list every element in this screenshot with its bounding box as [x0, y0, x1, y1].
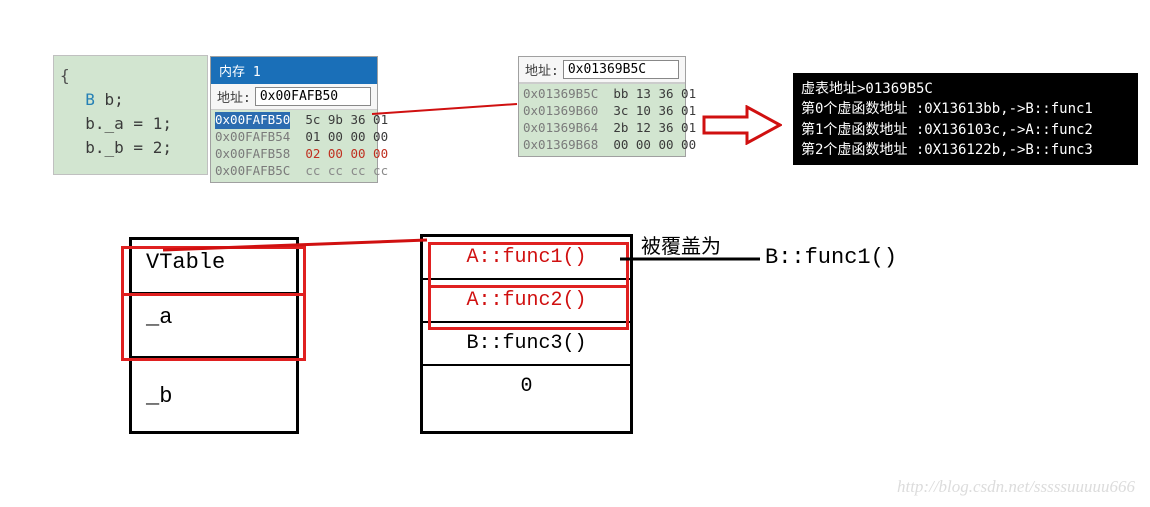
memory-row: 0x00FAFB5C cc cc cc cc [215, 163, 373, 180]
watermark: http://blog.csdn.net/sssssuuuuu666 [897, 477, 1135, 497]
code-line-2: b._a = 1; [66, 112, 195, 136]
overwrite-func-label: B::func1() [765, 245, 897, 270]
address-label: 地址: [525, 60, 559, 79]
memory-row: 0x01369B60 3c 10 36 01 [523, 103, 681, 120]
connector-mem1-mem2 [372, 100, 527, 140]
memory-row: 0x00FAFB50 5c 9b 36 01 [215, 112, 373, 129]
memory-row: 0x01369B64 2b 12 36 01 [523, 120, 681, 137]
object-row-a: _a [132, 295, 296, 359]
vtable-row-3: B::func3() [423, 323, 630, 366]
memory-address-row-2: 地址: 0x01369B5C [519, 57, 685, 83]
memory-row: 0x00FAFB54 01 00 00 00 [215, 129, 373, 146]
memory-panel-2: 地址: 0x01369B5C 0x01369B5C bb 13 36 010x0… [518, 56, 686, 157]
code-block: { B b; b._a = 1; b._b = 2; [53, 55, 208, 175]
memory-panel-1: 内存 1 地址: 0x00FAFB50 0x00FAFB50 5c 9b 36 … [210, 56, 378, 183]
vtable-row-1: A::func1() [423, 237, 630, 280]
object-row-vtable: VTable [132, 240, 296, 295]
vtable-row-4: 0 [423, 366, 630, 407]
memory-address-row-1: 地址: 0x00FAFB50 [211, 84, 377, 110]
code-line-1: B b; [66, 88, 195, 112]
memory-row: 0x01369B5C bb 13 36 01 [523, 86, 681, 103]
vtable-row-2: A::func2() [423, 280, 630, 323]
overwrite-label: 被覆盖为 [641, 230, 721, 259]
address-label: 地址: [217, 87, 251, 106]
object-row-b: _b [132, 359, 296, 431]
memory-row: 0x01369B68 00 00 00 00 [523, 137, 681, 154]
big-arrow-icon [702, 105, 782, 145]
memory-rows-2: 0x01369B5C bb 13 36 010x01369B60 3c 10 3… [519, 83, 685, 156]
memory-rows-1: 0x00FAFB50 5c 9b 36 010x00FAFB54 01 00 0… [211, 110, 377, 182]
object-box: VTable _a _b [129, 237, 299, 434]
memory-row: 0x00FAFB58 02 00 00 00 [215, 146, 373, 163]
vtable-box: A::func1() A::func2() B::func3() 0 [420, 234, 633, 434]
address-input[interactable]: 0x00FAFB50 [255, 87, 371, 106]
console-output: 虚表地址>01369B5C 第0个虚函数地址 :0X13613bb,->B::f… [793, 73, 1138, 165]
code-line-3: b._b = 2; [66, 136, 195, 160]
memory-title-1: 内存 1 [211, 57, 377, 84]
open-brace: { [60, 64, 195, 88]
address-input[interactable]: 0x01369B5C [563, 60, 679, 79]
